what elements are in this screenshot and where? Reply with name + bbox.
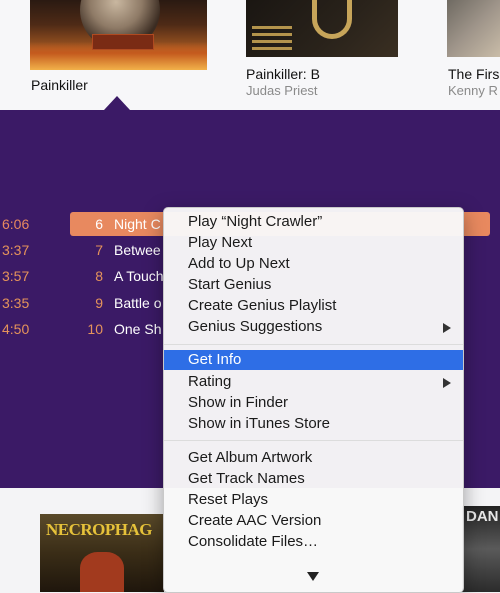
- menu-item-label: Get Track Names: [188, 470, 305, 487]
- menu-item-play-track[interactable]: Play “Night Crawler”: [164, 212, 463, 232]
- cover-art-text: DAN: [466, 508, 499, 525]
- album-title[interactable]: Painkiller: B: [246, 66, 320, 82]
- cover-art-figure: [80, 552, 124, 592]
- menu-item-create-genius-playlist[interactable]: Create Genius Playlist: [164, 296, 463, 316]
- menu-item-label: Add to Up Next: [188, 255, 290, 272]
- track-duration: 4:50: [2, 321, 30, 337]
- menu-item-label: Get Info: [188, 351, 242, 368]
- menu-item-get-info[interactable]: Get Info: [164, 350, 463, 370]
- album-title[interactable]: Painkiller: [31, 77, 88, 93]
- track-duration: 3:35: [2, 295, 30, 311]
- menu-separator: [164, 344, 463, 345]
- menu-item-label: Play Next: [188, 234, 253, 251]
- track-duration: 6:06: [2, 216, 30, 232]
- menu-item-create-aac-version[interactable]: Create AAC Version: [164, 511, 463, 531]
- menu-item-start-genius[interactable]: Start Genius: [164, 275, 463, 295]
- menu-item-label: Show in iTunes Store: [188, 415, 331, 432]
- menu-item-rating[interactable]: Rating: [164, 372, 463, 392]
- track-name: One Sh: [114, 321, 162, 337]
- menu-item-label: Consolidate Files…: [188, 533, 319, 550]
- triangle-down-icon[interactable]: [307, 572, 319, 581]
- cover-art-glyph: [312, 0, 352, 39]
- track-name: A Touch: [114, 268, 164, 284]
- context-menu: Play “Night Crawler” Play Next Add to Up…: [163, 207, 464, 593]
- menu-item-label: Start Genius: [188, 276, 272, 293]
- menu-item-consolidate-files[interactable]: Consolidate Files…: [164, 532, 463, 552]
- menu-item-show-in-finder[interactable]: Show in Finder: [164, 393, 463, 413]
- album-cover-the-first[interactable]: [447, 0, 500, 57]
- menu-item-label: Rating: [188, 373, 232, 390]
- track-number: 8: [95, 268, 103, 284]
- menu-item-label: Reset Plays: [188, 491, 269, 508]
- track-name: Betwee: [114, 242, 161, 258]
- menu-item-label: Play “Night Crawler”: [188, 213, 323, 230]
- track-duration: 3:37: [2, 242, 30, 258]
- album-title[interactable]: The Firs: [448, 66, 499, 82]
- submenu-arrow-icon: [443, 378, 451, 388]
- menu-item-label: Create AAC Version: [188, 512, 322, 529]
- cover-art-text: NECROPHAG: [46, 520, 153, 539]
- album-artist[interactable]: Judas Priest: [246, 83, 318, 98]
- album-grid-top: Painkiller Painkiller: B Judas Priest Th…: [0, 0, 500, 110]
- track-number: 10: [87, 321, 103, 337]
- track-number: 6: [95, 216, 103, 232]
- cover-art-text: [252, 22, 292, 50]
- menu-item-get-track-names[interactable]: Get Track Names: [164, 469, 463, 489]
- menu-item-label: Get Album Artwork: [188, 449, 313, 466]
- menu-item-add-to-up-next[interactable]: Add to Up Next: [164, 254, 463, 274]
- album-cover-painkiller-b[interactable]: [246, 0, 398, 57]
- cover-art-logo: [92, 34, 154, 50]
- album-cover-dan[interactable]: DAN: [462, 506, 500, 592]
- submenu-arrow-icon: [443, 323, 451, 333]
- menu-item-label: Create Genius Playlist: [188, 297, 337, 314]
- menu-item-label: Genius Suggestions: [188, 318, 323, 335]
- menu-item-play-next[interactable]: Play Next: [164, 233, 463, 253]
- track-name: Battle o: [114, 295, 162, 311]
- album-cover-painkiller[interactable]: [30, 0, 207, 70]
- menu-item-show-in-itunes-store[interactable]: Show in iTunes Store: [164, 414, 463, 434]
- menu-item-label: Show in Finder: [188, 394, 289, 411]
- track-number: 9: [95, 295, 103, 311]
- track-name: Night C: [114, 216, 161, 232]
- track-number: 7: [95, 242, 103, 258]
- menu-separator: [164, 440, 463, 441]
- album-cover-necrophagia[interactable]: NECROPHAG: [40, 514, 164, 592]
- track-duration: 3:57: [2, 268, 30, 284]
- menu-item-genius-suggestions[interactable]: Genius Suggestions: [164, 317, 463, 337]
- album-artist[interactable]: Kenny R: [448, 83, 498, 98]
- menu-item-reset-plays[interactable]: Reset Plays: [164, 490, 463, 510]
- expanded-album-pointer: [104, 96, 130, 110]
- menu-item-get-album-artwork[interactable]: Get Album Artwork: [164, 448, 463, 468]
